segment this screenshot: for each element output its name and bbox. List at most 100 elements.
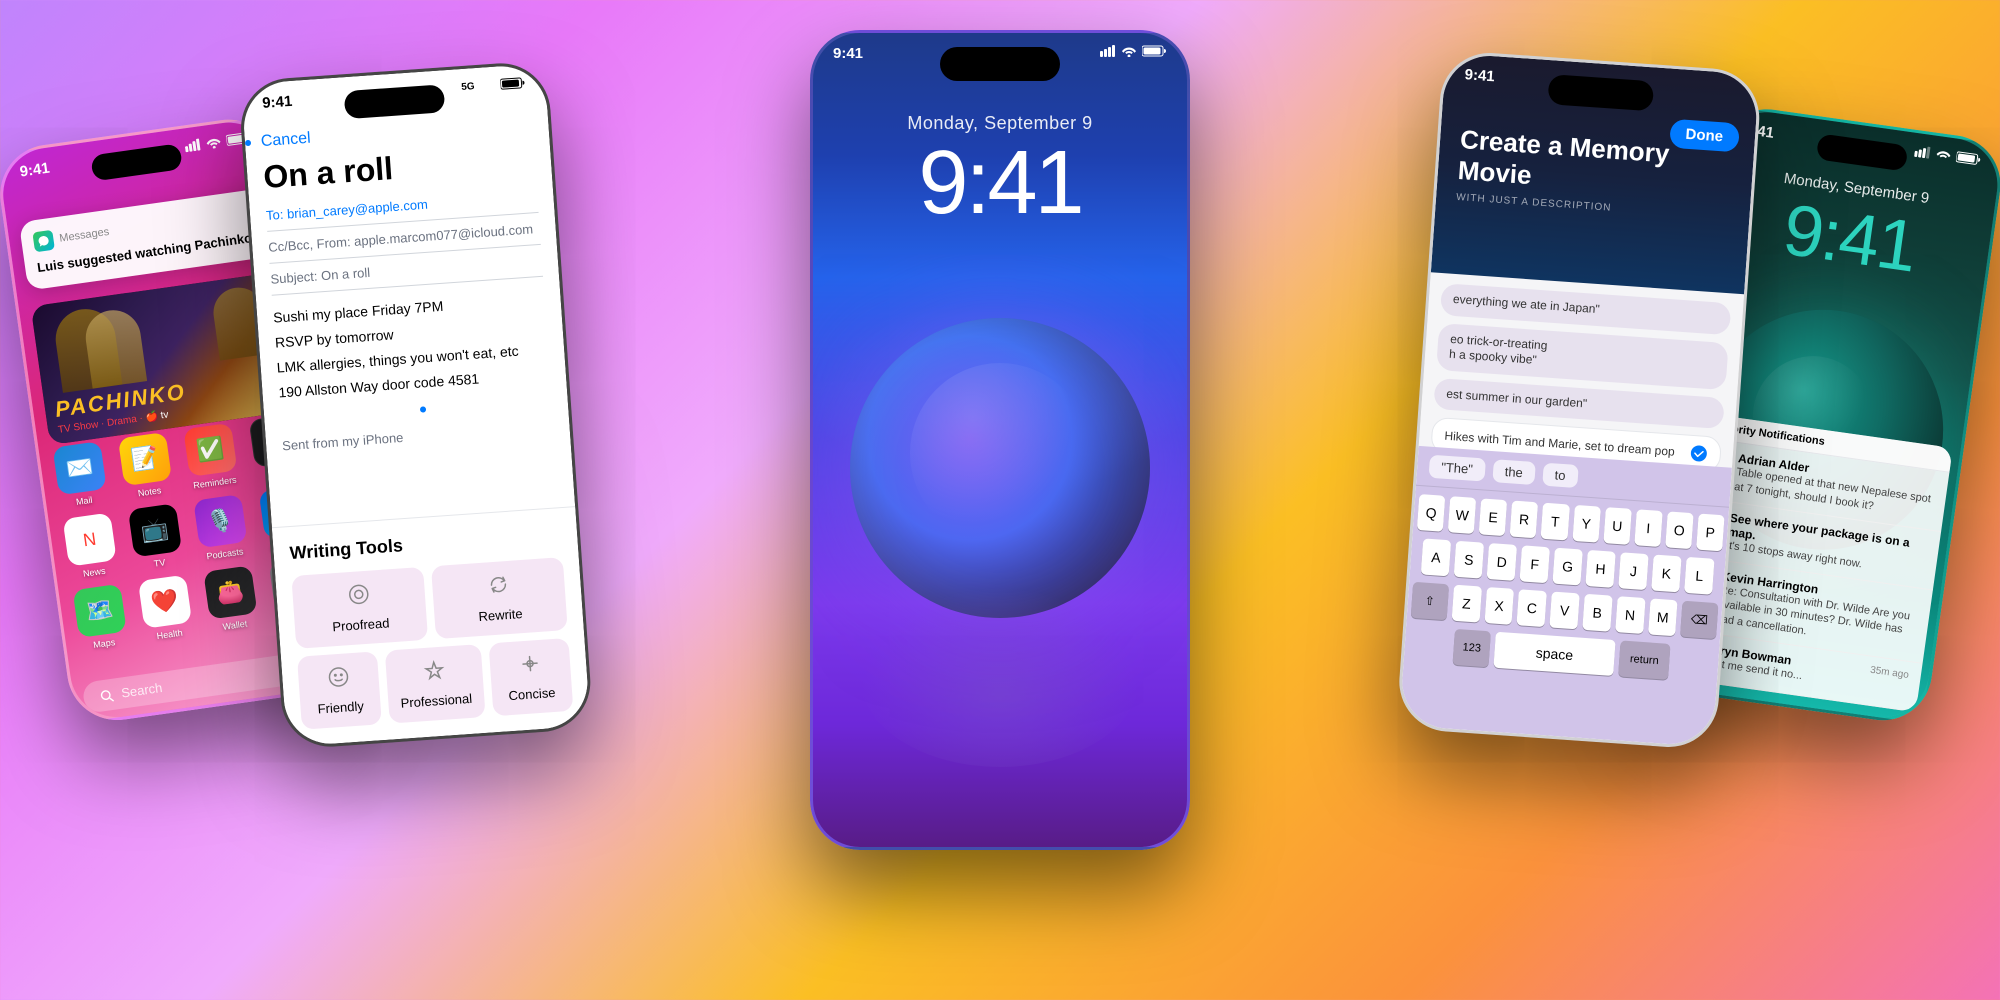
done-button[interactable]: Done	[1669, 119, 1740, 153]
key-i[interactable]: I	[1634, 509, 1663, 547]
key-k[interactable]: K	[1651, 555, 1681, 593]
professional-icon	[422, 659, 446, 688]
app-tv[interactable]: 📺 TV	[124, 503, 188, 572]
email-body[interactable]: Sushi my place Friday 7PM RSVP by tomorr…	[273, 289, 553, 429]
proofread-btn[interactable]: Proofread	[291, 567, 428, 649]
messages-card[interactable]: Messages Luis suggested watching Pachink…	[19, 188, 276, 291]
key-z[interactable]: Z	[1451, 585, 1481, 623]
key-h[interactable]: H	[1585, 550, 1615, 588]
key-t[interactable]: T	[1541, 503, 1570, 541]
status-icons-5	[1914, 145, 1982, 166]
phone-3: 9:41 Monday, September 9 9:41	[810, 30, 1190, 850]
email-title: On a roll	[262, 140, 536, 196]
key-x[interactable]: X	[1484, 587, 1514, 625]
key-s[interactable]: S	[1454, 541, 1484, 579]
search-icon	[99, 687, 115, 703]
key-o[interactable]: O	[1665, 511, 1694, 549]
phone-3-content: 9:41 Monday, September 9 9:41	[813, 33, 1187, 847]
rewrite-label: Rewrite	[478, 606, 523, 624]
chat-bubble-2: eo trick-or-treatingh a spooky vibe"	[1436, 323, 1729, 390]
key-d[interactable]: D	[1487, 543, 1517, 581]
key-u[interactable]: U	[1603, 507, 1632, 545]
writing-tools: Writing Tools Proofread Rewrite	[272, 506, 591, 747]
key-w[interactable]: W	[1448, 496, 1477, 534]
suggestion-the[interactable]: the	[1492, 459, 1536, 485]
phone-4-content: Done 9:41 Create a Memory Movie WITH JUS…	[1399, 53, 1759, 747]
key-l[interactable]: L	[1684, 557, 1714, 595]
friendly-icon	[327, 665, 351, 694]
key-p[interactable]: P	[1696, 514, 1725, 552]
key-q[interactable]: Q	[1417, 494, 1446, 532]
messages-icon	[37, 234, 51, 248]
key-space[interactable]: space	[1493, 632, 1615, 676]
signal-icon-3	[1100, 45, 1116, 57]
mute-button-3	[810, 153, 812, 183]
notes-label: Notes	[137, 485, 162, 498]
cursor-dot-2	[420, 406, 426, 412]
concise-svg	[518, 652, 541, 675]
wallet-icon: 👛	[203, 565, 257, 619]
podcasts-icon: 🎙️	[193, 494, 247, 548]
rewrite-icon	[487, 573, 511, 602]
concise-icon	[518, 652, 542, 681]
maps-icon: 🗺️	[73, 584, 127, 638]
phone-2-content: 9:41 5G Cancel On a roll To: brian_carey…	[241, 63, 591, 747]
reminders-label: Reminders	[193, 475, 237, 491]
friendly-svg	[327, 665, 350, 688]
app-health[interactable]: ❤️ Health	[134, 574, 198, 643]
suggestion-the-quote[interactable]: "The"	[1429, 455, 1486, 482]
concise-btn[interactable]: Concise	[488, 638, 573, 716]
app-podcasts[interactable]: 🎙️ Podcasts	[189, 494, 253, 563]
wallet-label: Wallet	[222, 618, 248, 631]
memory-movie-title-section: Create a Memory Movie WITH JUST A DESCRI…	[1456, 124, 1675, 218]
app-reminders[interactable]: ✅ Reminders	[179, 422, 243, 491]
friendly-btn[interactable]: Friendly	[297, 651, 382, 729]
key-m[interactable]: M	[1648, 598, 1678, 636]
app-notes[interactable]: 📝 Notes	[114, 431, 178, 500]
keyboard: "The" the to Q W E R T Y U I O	[1399, 446, 1732, 747]
lockscreen-3-date: Monday, September 9	[813, 113, 1187, 134]
key-y[interactable]: Y	[1572, 505, 1601, 543]
key-shift[interactable]: ⇧	[1411, 582, 1449, 620]
suggestion-to[interactable]: to	[1542, 463, 1578, 488]
news-icon: N	[63, 512, 117, 566]
key-f[interactable]: F	[1520, 545, 1550, 583]
key-n[interactable]: N	[1615, 596, 1645, 634]
rewrite-svg	[487, 573, 510, 596]
app-wallet[interactable]: 👛 Wallet	[199, 565, 263, 634]
app-news[interactable]: N News	[59, 512, 123, 581]
key-return[interactable]: return	[1618, 640, 1670, 679]
battery-icon-5	[1956, 151, 1982, 166]
writing-tools-title: Writing Tools	[289, 524, 562, 564]
lockscreen-3-orb	[850, 318, 1150, 618]
app-mail[interactable]: ✉️ Mail	[49, 441, 113, 510]
phone-4: Done 9:41 Create a Memory Movie WITH JUS…	[1396, 50, 1763, 751]
notif-4-time: 35m ago	[1867, 665, 1910, 702]
messages-app-label: Messages	[59, 226, 110, 245]
key-a[interactable]: A	[1421, 538, 1451, 576]
key-r[interactable]: R	[1510, 501, 1539, 539]
battery-icon-3	[1142, 45, 1167, 57]
app-maps[interactable]: 🗺️ Maps	[69, 583, 133, 652]
professional-btn[interactable]: Professional	[385, 644, 485, 723]
key-c[interactable]: C	[1517, 589, 1547, 627]
signal-icon-5	[1914, 145, 1932, 159]
key-delete[interactable]: ⌫	[1680, 601, 1718, 639]
friendly-label: Friendly	[317, 698, 364, 716]
wifi-icon	[205, 135, 223, 149]
wifi-icon-5	[1935, 148, 1953, 162]
key-v[interactable]: V	[1549, 592, 1579, 630]
news-label: News	[82, 566, 106, 579]
status-icons-3	[1100, 45, 1167, 57]
key-numbers[interactable]: 123	[1453, 629, 1491, 667]
key-j[interactable]: J	[1618, 552, 1648, 590]
rewrite-btn[interactable]: Rewrite	[431, 557, 568, 639]
key-b[interactable]: B	[1582, 594, 1612, 632]
phone-2: 9:41 5G Cancel On a roll To: brian_carey…	[238, 60, 594, 750]
writing-tools-grid: Proofread Rewrite	[291, 557, 567, 649]
battery-icon-2	[500, 77, 526, 91]
health-label: Health	[156, 628, 183, 642]
key-e[interactable]: E	[1479, 498, 1508, 536]
bottom-orb-3	[860, 587, 1140, 767]
key-g[interactable]: G	[1552, 548, 1582, 586]
